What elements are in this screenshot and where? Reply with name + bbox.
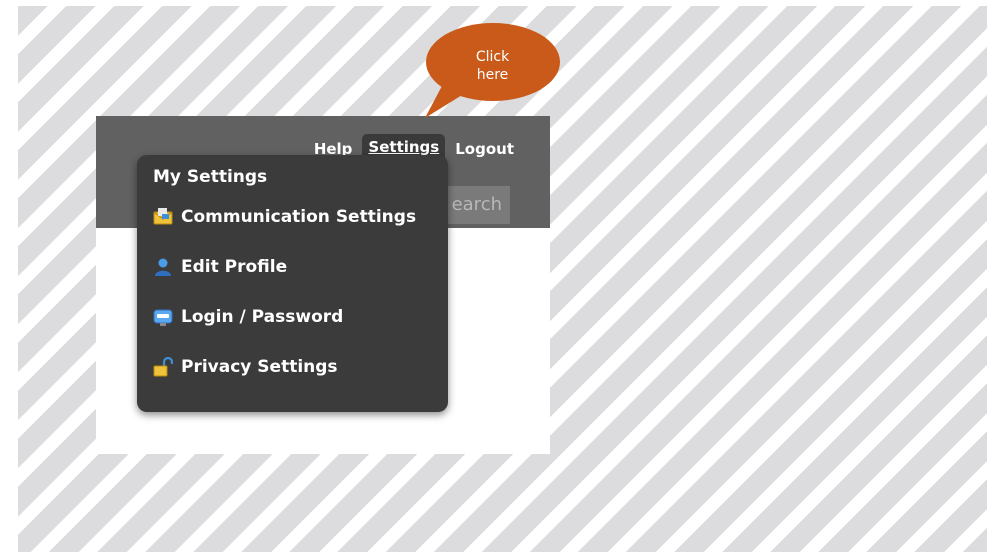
login-screen-icon [153,307,173,327]
menu-item-login-password[interactable]: Login / Password [153,307,343,327]
menu-item-label: Communication Settings [181,207,417,227]
callout-text: Click here [425,48,560,84]
menu-item-label: Login / Password [181,307,344,327]
menu-item-label: Privacy Settings [181,357,338,377]
click-here-callout: Click here [425,22,560,118]
menu-item-privacy-settings[interactable]: Privacy Settings [153,356,338,377]
menu-heading: My Settings [153,167,268,187]
menu-item-communication-settings[interactable]: Communication Settings [153,207,416,227]
logout-link[interactable]: Logout [455,140,514,158]
menu-item-label: Edit Profile [181,257,288,277]
settings-dropdown-menu: My Settings Communication Settings Edit … [137,155,448,412]
callout-line-1: Click [475,49,510,65]
callout-line-2: here [476,67,509,83]
padlock-icon [153,356,174,377]
menu-item-edit-profile[interactable]: Edit Profile [153,257,287,277]
user-icon [153,257,173,277]
envelope-icon [153,207,173,227]
